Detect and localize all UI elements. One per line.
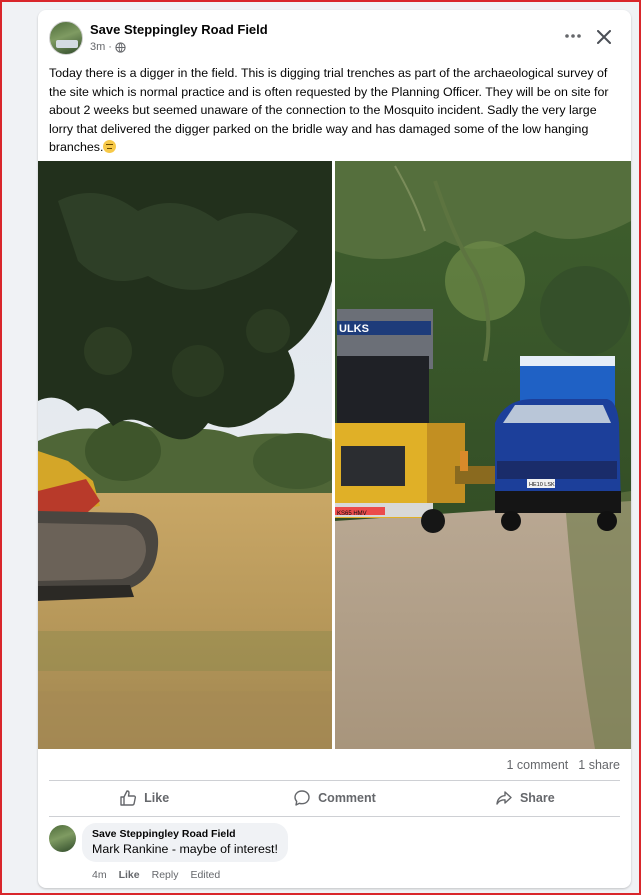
post-header: Save Steppingley Road Field 3m ·: [38, 10, 631, 68]
comment-text: Mark Rankine - maybe of interest!: [92, 842, 278, 856]
thumbs-up-icon: [120, 790, 137, 806]
face-emoji-icon: [103, 140, 117, 153]
post-body: Today there is a digger in the field. Th…: [49, 64, 624, 157]
comment-like-link[interactable]: Like: [119, 869, 140, 881]
lorry-plate-text: KS65 HMV: [337, 511, 367, 517]
share-count[interactable]: 1 share: [578, 758, 620, 772]
comment-time[interactable]: 4m: [92, 869, 107, 881]
share-button-label: Share: [519, 791, 555, 805]
commenter-avatar[interactable]: [49, 825, 76, 852]
comment-button[interactable]: Comment: [239, 786, 429, 810]
engagement-stats: 1 comment 1 share: [506, 758, 620, 772]
page-name-link[interactable]: Save Steppingley Road Field: [90, 22, 268, 37]
photo-lorry-on-bridleway[interactable]: ULKS KS65 HMV HE10 LSK: [335, 161, 631, 749]
lorry-sign-text: ULKS: [339, 323, 369, 335]
van-plate-text: HE10 LSK: [529, 482, 555, 488]
field-photo-image: [38, 161, 332, 749]
globe-icon: [115, 41, 126, 53]
more-dots-icon: [565, 34, 581, 38]
close-button[interactable]: [591, 24, 617, 50]
speech-bubble-icon: [294, 790, 310, 806]
meta-separator: ·: [108, 41, 112, 53]
lorry-photo-image: ULKS KS65 HMV HE10 LSK: [335, 161, 631, 749]
share-button[interactable]: Share: [430, 786, 620, 810]
comment-meta: 4m Like Reply Edited: [92, 869, 220, 881]
comment-button-label: Comment: [318, 791, 376, 805]
post-text: Today there is a digger in the field. Th…: [49, 66, 609, 154]
post-time[interactable]: 3m: [90, 41, 105, 53]
actions-bottom-divider: [49, 816, 620, 817]
like-button-label: Like: [144, 791, 170, 805]
post-meta: 3m ·: [90, 41, 126, 53]
share-arrow-icon: [496, 791, 512, 805]
close-icon: [597, 30, 611, 44]
actions-top-divider: [49, 780, 620, 781]
comment-count[interactable]: 1 comment: [506, 758, 568, 772]
comment-reply-link[interactable]: Reply: [152, 869, 179, 881]
like-button[interactable]: Like: [49, 786, 239, 810]
comment-edited-label: Edited: [190, 869, 221, 881]
post-card: Save Steppingley Road Field 3m · Today t…: [38, 10, 631, 888]
page-avatar[interactable]: [49, 21, 83, 55]
comment-bubble: Save Steppingley Road Field Mark Rankine…: [82, 823, 288, 862]
photo-digger-in-field[interactable]: [38, 161, 332, 749]
comment-author[interactable]: Save Steppingley Road Field: [92, 828, 278, 840]
more-options-button[interactable]: [560, 26, 586, 46]
post-actions-bar: Like Comment Share: [49, 786, 620, 810]
